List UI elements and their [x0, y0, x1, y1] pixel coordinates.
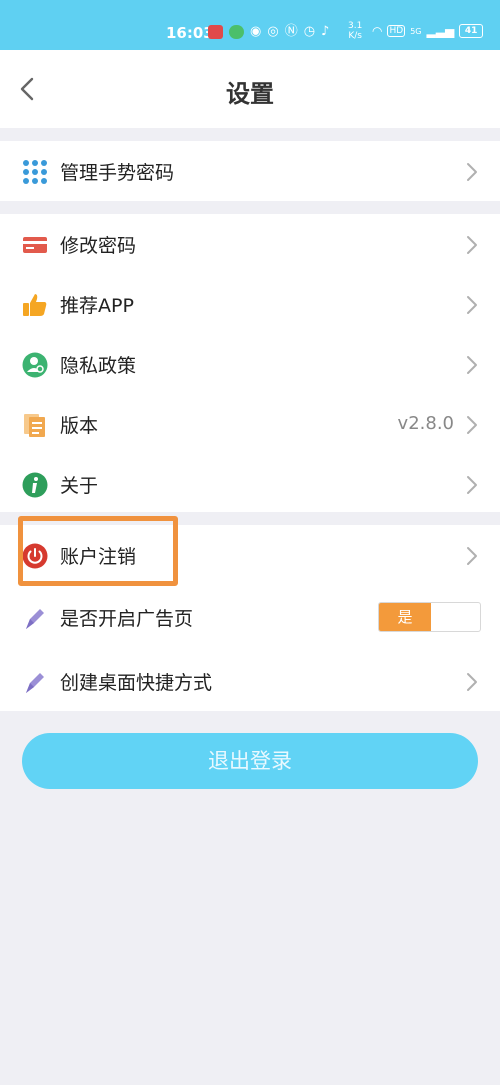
row-change-password[interactable]: 修改密码 [0, 214, 500, 274]
chevron-right-icon [467, 416, 477, 434]
battery-icon: 41 [459, 24, 484, 38]
row-about[interactable]: 关于 [0, 454, 500, 514]
chevron-right-icon [467, 547, 477, 565]
chevron-right-icon [467, 296, 477, 314]
notification-icons: ◉ ◎ Ⓝ ◷ ♪ [208, 22, 329, 42]
alarm-icon: ◷ [303, 24, 316, 39]
row-label: 关于 [60, 475, 99, 497]
chevron-right-icon [467, 673, 477, 691]
row-version[interactable]: 版本 v2.8.0 [0, 394, 500, 454]
header: 设置 [0, 50, 500, 128]
pen-icon [26, 609, 44, 629]
thumbs-up-icon [23, 294, 47, 316]
row-gesture-password[interactable]: 管理手势密码 [0, 141, 500, 201]
privacy-icon [22, 352, 48, 378]
network-speed: 3.1 K/s [348, 21, 363, 41]
mute-icon: ♪ [321, 24, 330, 39]
status-time: 16:03 [166, 24, 214, 42]
row-label: 版本 [60, 415, 99, 437]
logout-button[interactable]: 退出登录 [22, 733, 478, 789]
app-notification-icon [208, 25, 223, 39]
grid-dots-icon [23, 160, 47, 184]
row-create-shortcut[interactable]: 创建桌面快捷方式 [0, 651, 500, 711]
highlight-box [18, 516, 178, 586]
settings-group-gesture: 管理手势密码 [0, 141, 500, 201]
row-label: 创建桌面快捷方式 [60, 672, 213, 694]
wifi-icon: ◠ [372, 24, 383, 38]
chevron-right-icon [467, 356, 477, 374]
row-ad-page: 是否开启广告页 是 [0, 587, 500, 647]
signal-icon: ▂▃▅ [426, 24, 455, 38]
wechat-icon: ◉ [250, 24, 262, 39]
page-title: 设置 [226, 80, 274, 108]
eye-icon: ◎ [267, 24, 279, 39]
row-label: 修改密码 [60, 235, 137, 257]
app-notification-icon [229, 25, 244, 39]
chevron-right-icon [467, 163, 477, 181]
nfc-icon: Ⓝ [284, 24, 298, 39]
settings-group-general: 修改密码 推荐APP 隐私政策 版本 v2.8.0 关于 [0, 214, 500, 512]
row-label: 推荐APP [60, 295, 134, 317]
card-icon [23, 237, 47, 253]
row-label: 是否开启广告页 [60, 608, 194, 630]
status-right: ◠ HD 5G ▂▃▅ 41 [372, 24, 484, 38]
chevron-right-icon [467, 476, 477, 494]
status-bar: 16:03 ◉ ◎ Ⓝ ◷ ♪ 3.1 K/s ◠ HD 5G ▂▃▅ 41 [0, 0, 500, 50]
chevron-right-icon [467, 236, 477, 254]
version-value: v2.8.0 [397, 413, 454, 434]
ad-page-toggle[interactable]: 是 [378, 602, 481, 632]
hd-badge: HD [387, 25, 406, 37]
row-privacy-policy[interactable]: 隐私政策 [0, 334, 500, 394]
row-label: 管理手势密码 [60, 162, 175, 184]
info-icon [22, 472, 48, 498]
pen-icon [26, 673, 44, 693]
toggle-on-label: 是 [379, 603, 431, 631]
row-recommend-app[interactable]: 推荐APP [0, 274, 500, 334]
document-icon [24, 414, 45, 437]
row-label: 隐私政策 [60, 355, 137, 377]
network-type: 5G [410, 26, 422, 36]
